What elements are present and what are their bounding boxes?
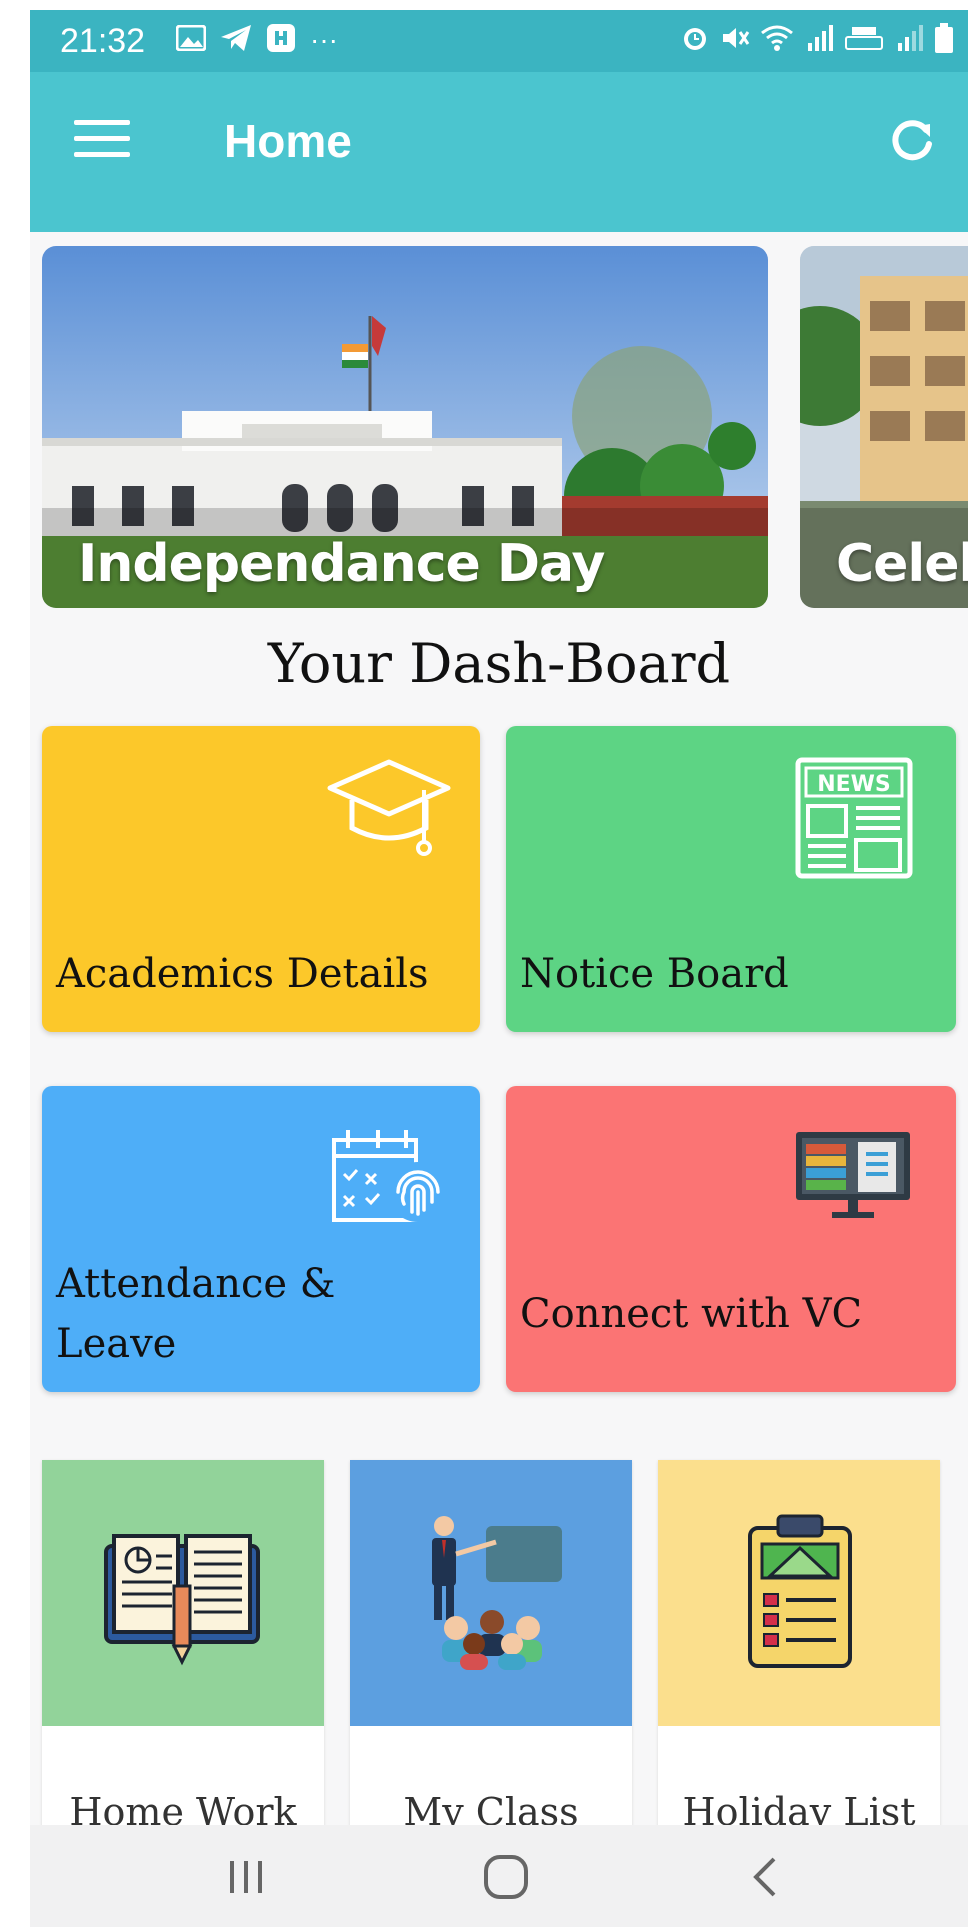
lte-icon (844, 23, 884, 58)
refresh-icon[interactable] (882, 110, 942, 170)
tile-label: Attendance & (56, 1261, 336, 1307)
tile-attendance-leave[interactable]: Attendance & Leave (42, 1086, 480, 1392)
tile-label: Academics Details (56, 951, 429, 997)
tile-label: Notice Board (520, 951, 789, 997)
page-title: Home (224, 115, 352, 167)
phone-screen: 21:32 ··· Home Independance Day Cele You… (30, 10, 968, 1927)
home-button-icon[interactable] (466, 1847, 546, 1907)
banner-slide-celebration[interactable]: Celeb (800, 246, 968, 608)
banner-carousel[interactable]: Independance Day Celeb (30, 232, 968, 632)
signal-strength-icon (804, 23, 834, 58)
app-bar: Home (30, 72, 968, 232)
system-navigation-bar (30, 1825, 968, 1927)
hamburger-menu-icon[interactable] (74, 120, 130, 160)
dashboard-title: Your Dash-Board (267, 632, 731, 695)
notification-icons: ··· (175, 22, 338, 58)
banner-slide-independence-day[interactable]: Independance Day (42, 246, 768, 608)
graduation-cap-icon (324, 756, 454, 871)
recent-apps-icon[interactable] (206, 1847, 286, 1907)
teacher-class-icon (416, 1510, 576, 1675)
tile-academics-details[interactable]: Academics Details (42, 726, 480, 1032)
banner-caption: Celeb (836, 534, 968, 594)
card-my-class[interactable]: My Class (350, 1460, 632, 1840)
attendance-fingerprint-icon (328, 1126, 452, 1231)
tile-label-line2: Leave (56, 1321, 177, 1367)
tile-notice-board[interactable]: NEWS Notice Board (506, 726, 956, 1032)
battery-icon (934, 22, 954, 59)
signal-strength-2-icon (894, 23, 924, 58)
tile-connect-with-vc[interactable]: Connect with VC (506, 1086, 956, 1392)
status-time: 21:32 (60, 22, 146, 60)
gallery-icon (175, 24, 207, 56)
card-home-work[interactable]: Home Work (42, 1460, 324, 1840)
back-button-icon[interactable] (726, 1847, 806, 1907)
alarm-icon (680, 23, 710, 58)
banner-caption: Independance Day (78, 534, 605, 594)
mute-icon (720, 23, 750, 58)
status-bar: 21:32 ··· (30, 10, 968, 72)
newspaper-icon: NEWS (788, 754, 918, 889)
telegram-icon (220, 24, 252, 57)
svg-text:NEWS: NEWS (817, 772, 891, 797)
system-status-icons (680, 22, 954, 59)
clipboard-checklist-icon (740, 1510, 860, 1675)
card-holiday-list[interactable]: Holiday List (658, 1460, 940, 1840)
more-notifications-icon: ··· (310, 24, 338, 55)
app-notification-icon (266, 23, 296, 58)
monitor-books-icon (788, 1126, 918, 1231)
open-book-pencil-icon (102, 1516, 262, 1671)
wifi-icon (760, 24, 794, 57)
tile-label: Connect with VC (520, 1291, 863, 1337)
